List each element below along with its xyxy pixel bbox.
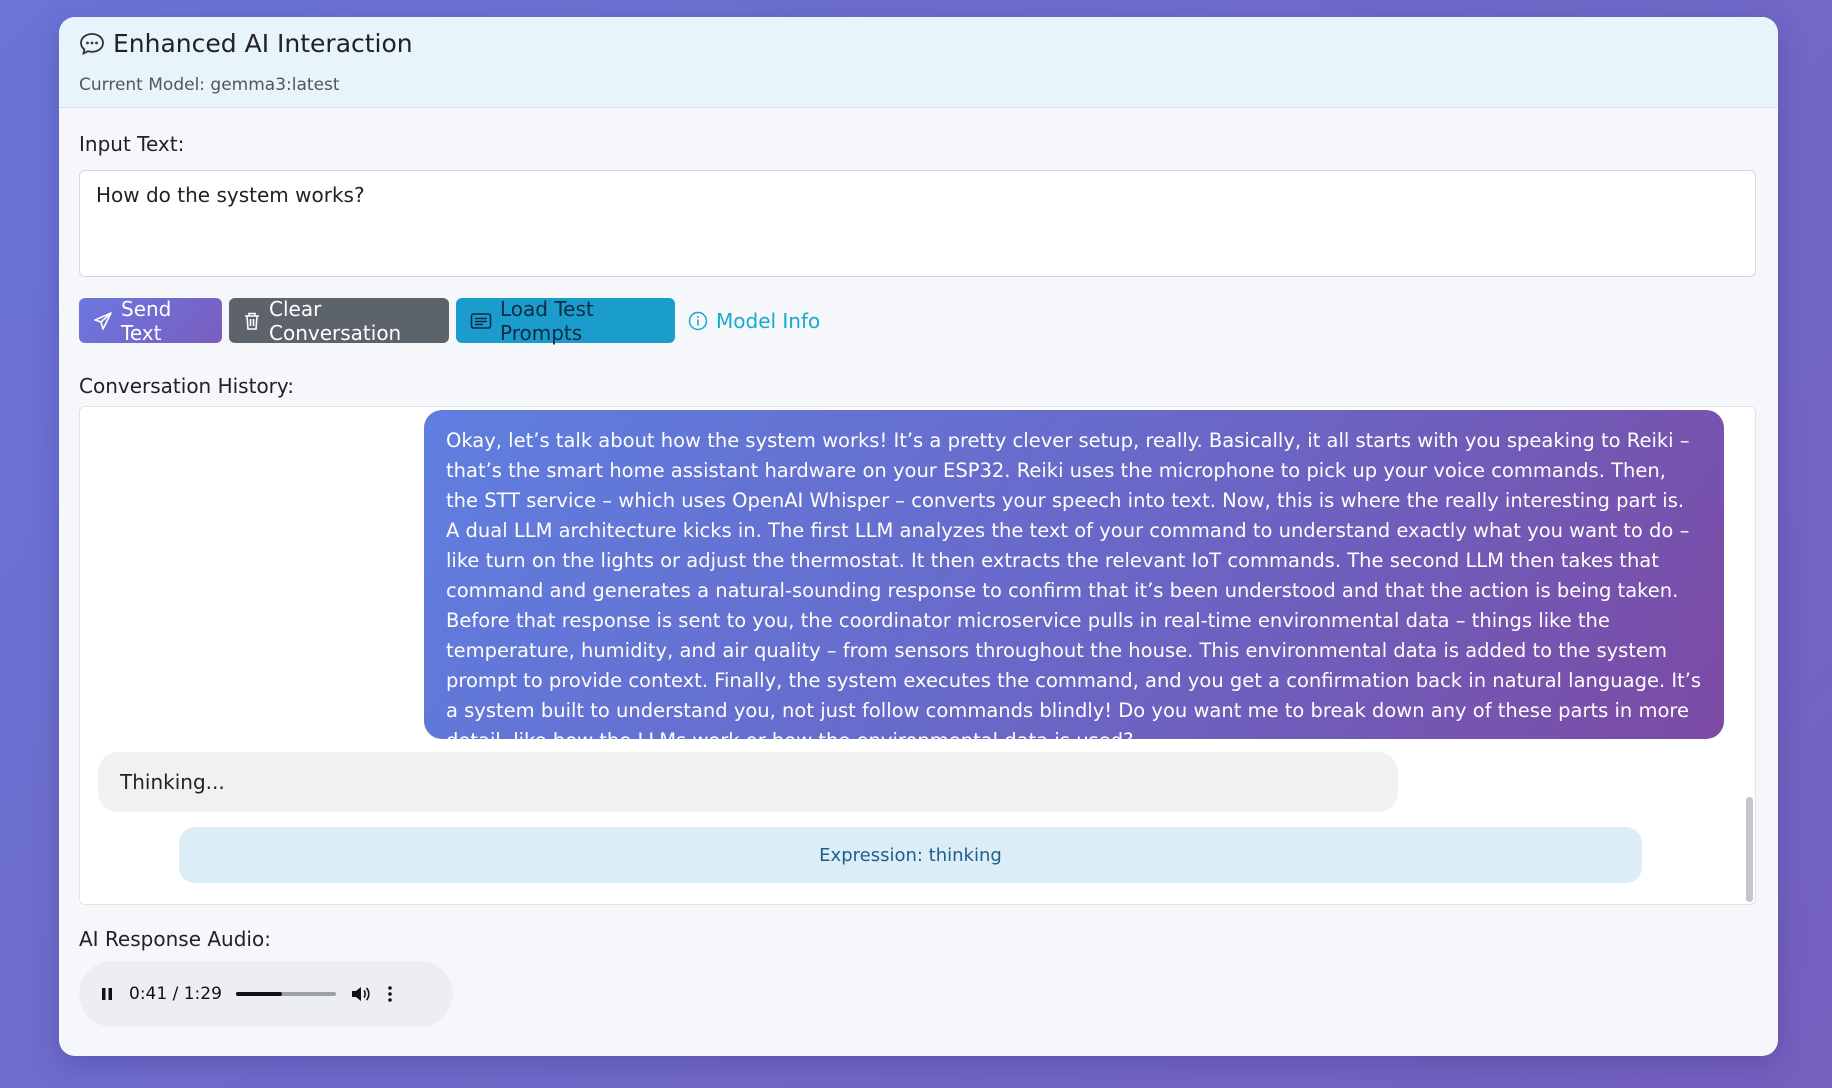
more-options-icon[interactable] [386,984,394,1004]
ai-message-bubble: Okay, let’s talk about how the system wo… [424,410,1724,752]
audio-progress-slider[interactable] [235,992,336,996]
model-info-button[interactable]: Model Info [688,298,828,343]
send-icon [93,311,113,331]
send-text-button[interactable]: Send Text [79,296,222,345]
audio-progress-fill [235,992,282,996]
model-info-label: Model Info [716,308,821,333]
pause-icon[interactable] [99,986,115,1002]
load-test-prompts-button[interactable]: Load Test Prompts [456,296,675,345]
main-card: Enhanced AI Interaction Current Model: g… [59,17,1778,1056]
ai-response-audio-label: AI Response Audio: [79,927,271,951]
conversation-history-label: Conversation History: [79,374,295,398]
header: Enhanced AI Interaction Current Model: g… [59,17,1778,108]
list-card-icon [470,312,492,330]
expression-status: Expression: thinking [179,827,1642,883]
info-circle-icon [688,311,708,331]
scrollbar-thumb[interactable] [1746,797,1753,902]
current-model-text: Current Model: gemma3:latest [79,75,340,95]
chat-bubble-icon [79,31,105,57]
input-textarea[interactable]: How do the system works? [79,170,1756,277]
clear-conversation-button[interactable]: Clear Conversation [229,296,449,345]
thinking-bubble: Thinking... [98,752,1398,812]
input-text-label: Input Text: [79,132,185,156]
title-row: Enhanced AI Interaction [79,29,413,58]
audio-time: 0:41 / 1:29 [129,984,222,1004]
volume-icon[interactable] [350,984,372,1004]
audio-player: 0:41 / 1:29 [79,961,453,1027]
conversation-history-panel[interactable]: Okay, let’s talk about how the system wo… [79,406,1756,905]
page-title: Enhanced AI Interaction [113,29,413,58]
clear-conversation-label: Clear Conversation [269,296,402,345]
load-test-prompts-label: Load Test Prompts [500,296,594,345]
trash-icon [243,311,261,331]
send-text-label: Send Text [121,296,172,345]
